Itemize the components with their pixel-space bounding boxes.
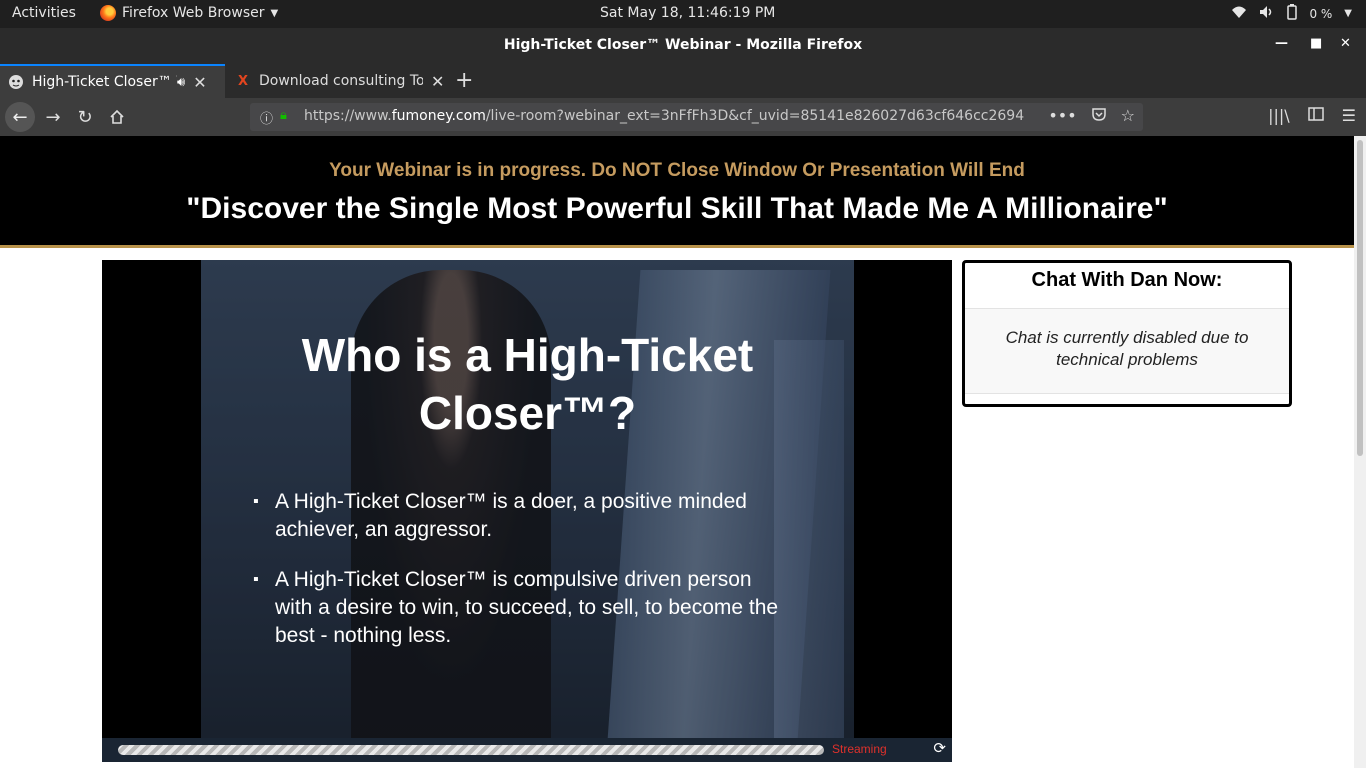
bookmark-star-icon[interactable]: ☆ <box>1121 106 1135 126</box>
firefox-icon <box>100 5 116 21</box>
tiger-favicon-icon <box>8 74 24 90</box>
minimize-button[interactable]: — <box>1275 36 1288 51</box>
volume-icon <box>1259 5 1275 22</box>
library-icon[interactable]: |||\ <box>1268 106 1290 125</box>
system-top-bar: Activities Firefox Web Browser ▼ Sat May… <box>0 0 1366 28</box>
refresh-icon[interactable]: ⟳ <box>933 739 946 757</box>
chat-disabled-message: Chat is currently disabled due to techni… <box>965 309 1289 394</box>
back-button[interactable]: ← <box>5 102 35 132</box>
close-window-button[interactable]: ✕ <box>1340 36 1351 51</box>
video-player[interactable]: Who is a High-Ticket Closer™? A High-Tic… <box>102 260 952 762</box>
slide-bullets: A High-Ticket Closer™ is a doer, a posit… <box>253 488 793 672</box>
lock-icon[interactable]: 🔒︎ <box>280 108 287 123</box>
navigation-toolbar: ← → ↻ ⓘ 🔒︎ https://www.fumoney.com/live-… <box>0 98 1366 136</box>
page-content: Your Webinar is in progress. Do NOT Clos… <box>0 136 1366 768</box>
chevron-down-icon: ▼ <box>270 7 279 19</box>
streaming-status: Streaming <box>832 742 887 756</box>
slide-title: Who is a High-Ticket Closer™? <box>301 329 754 439</box>
home-button[interactable] <box>104 104 130 130</box>
reload-button[interactable]: ↻ <box>72 104 98 130</box>
hamburger-menu-icon[interactable]: ☰ <box>1342 106 1356 125</box>
maximize-button[interactable]: ■ <box>1310 36 1322 51</box>
x-favicon-icon: X <box>237 73 249 89</box>
tab-webinar[interactable]: High-Ticket Closer™ W 🔊︎ ✕ <box>0 64 225 98</box>
forward-button[interactable]: → <box>40 104 66 130</box>
system-tray[interactable]: 0 % ▼ <box>1231 4 1352 23</box>
webinar-headline: "Discover the Single Most Powerful Skill… <box>186 192 1168 225</box>
info-icon[interactable]: ⓘ <box>260 108 273 127</box>
close-tab-icon[interactable]: ✕ <box>431 72 444 91</box>
close-tab-icon[interactable]: ✕ <box>193 73 206 92</box>
url-text[interactable]: https://www.fumoney.com/live-room?webina… <box>304 108 1024 124</box>
clock[interactable]: Sat May 18, 11:46:19 PM <box>600 5 775 21</box>
tab-title: Download consulting To <box>259 73 423 89</box>
chat-panel: Chat With Dan Now: Chat is currently dis… <box>962 260 1292 407</box>
chevron-down-icon: ▼ <box>1344 8 1352 19</box>
battery-icon <box>1287 4 1298 23</box>
buffering-progress-bar[interactable] <box>118 745 824 755</box>
tab-strip: High-Ticket Closer™ W 🔊︎ ✕ X Download co… <box>0 64 1366 98</box>
battery-percent: 0 % <box>1309 6 1333 21</box>
app-menu-label: Firefox Web Browser <box>122 5 265 21</box>
page-scrollbar[interactable] <box>1354 136 1366 768</box>
speaker-icon[interactable]: 🔊︎ <box>177 75 185 90</box>
chat-heading: Chat With Dan Now: <box>965 263 1289 309</box>
url-bar[interactable]: ⓘ 🔒︎ https://www.fumoney.com/live-room?w… <box>250 103 1143 131</box>
app-menu[interactable]: Firefox Web Browser ▼ <box>100 5 278 21</box>
scrollbar-thumb[interactable] <box>1357 140 1363 456</box>
slide-bullet: A High-Ticket Closer™ is compulsive driv… <box>253 566 793 650</box>
presentation-slide: Who is a High-Ticket Closer™? A High-Tic… <box>201 260 854 738</box>
pocket-icon[interactable] <box>1091 106 1107 126</box>
sidebar-icon[interactable] <box>1307 106 1324 125</box>
player-controls: Streaming ⟳ <box>102 738 952 762</box>
page-actions-icon[interactable]: ••• <box>1048 106 1076 126</box>
activities-button[interactable]: Activities <box>12 5 76 21</box>
slide-bullet: A High-Ticket Closer™ is a doer, a posit… <box>253 488 793 544</box>
webinar-banner: Your Webinar is in progress. Do NOT Clos… <box>0 136 1354 248</box>
progress-notice: Your Webinar is in progress. Do NOT Clos… <box>329 160 1025 181</box>
tab-download-consulting[interactable]: X Download consulting To ✕ <box>227 64 447 98</box>
window-title: High-Ticket Closer™ Webinar - Mozilla Fi… <box>503 37 863 53</box>
tab-title: High-Ticket Closer™ W <box>32 74 177 90</box>
wifi-icon <box>1231 5 1247 22</box>
window-titlebar: High-Ticket Closer™ Webinar - Mozilla Fi… <box>0 28 1366 64</box>
new-tab-button[interactable]: + <box>455 68 473 93</box>
